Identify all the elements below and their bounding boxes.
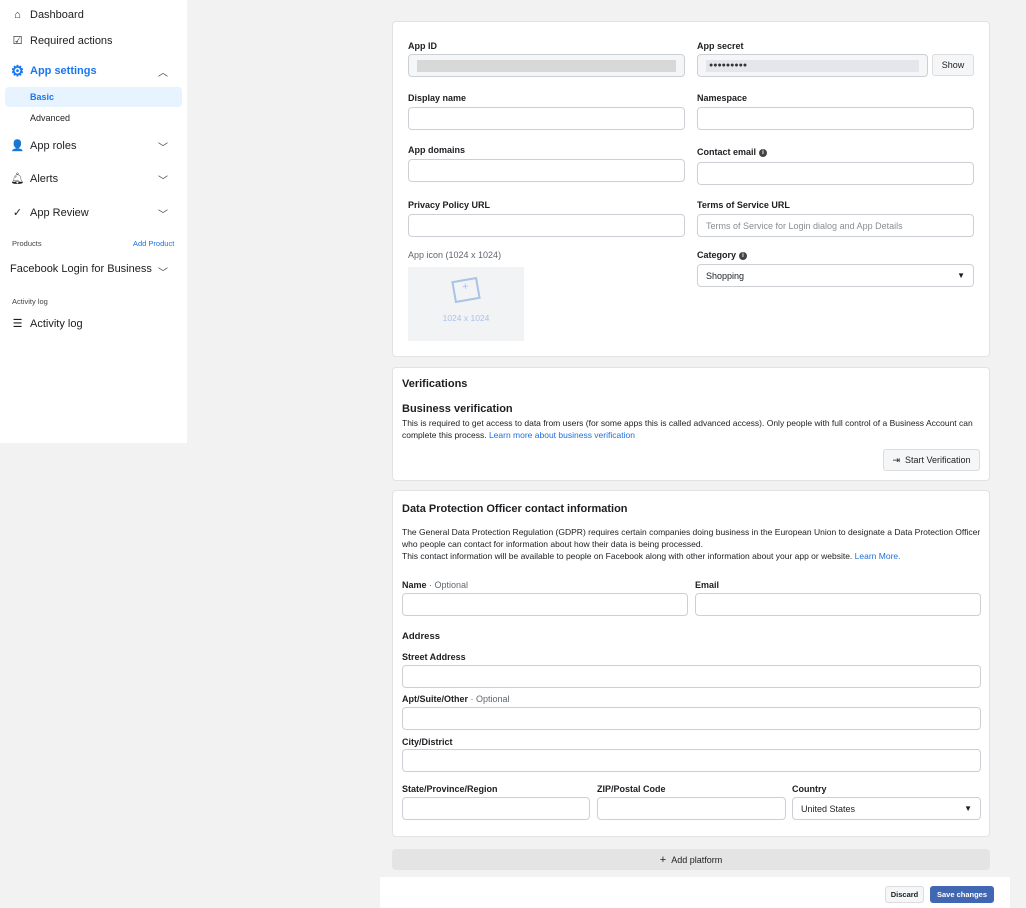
apt-input[interactable] xyxy=(402,707,981,730)
sidebar-item-required-actions[interactable]: ☑ Required actions xyxy=(10,33,113,48)
chevron-up-icon[interactable]: ︿ xyxy=(158,64,168,79)
app-domains-label: App domains xyxy=(408,145,466,155)
save-changes-button[interactable]: Save changes xyxy=(930,886,994,903)
business-verification-title: Business verification xyxy=(402,403,513,415)
start-verification-button[interactable]: ⇥ Start Verification xyxy=(883,449,980,471)
label: Alerts xyxy=(30,172,59,185)
home-icon: ⌂ xyxy=(14,8,21,21)
contact-email-label: Contact email i xyxy=(697,147,768,157)
info-icon[interactable]: i xyxy=(759,148,768,157)
discard-button[interactable]: Discard xyxy=(885,886,924,903)
shield-check-icon: ✓ xyxy=(12,207,23,219)
label: Dashboard xyxy=(30,8,84,21)
category-select[interactable]: Shopping ▼ xyxy=(697,264,974,287)
checklist-icon: ☑ xyxy=(12,35,23,47)
app-id-field[interactable] xyxy=(408,54,685,77)
person-badge-icon: 👤 xyxy=(10,140,25,152)
verification-text: This is required to get access to data f… xyxy=(402,418,973,440)
label: Facebook Login for Business xyxy=(10,263,152,275)
sidebar-item-dashboard[interactable]: ⌂ Dashboard xyxy=(10,7,84,22)
app-domains-input[interactable] xyxy=(408,159,685,182)
label: Activity log xyxy=(30,317,83,330)
chevron-down-icon[interactable]: ﹀ xyxy=(158,172,168,187)
email-label: Email xyxy=(695,580,720,590)
app-secret-label: App secret xyxy=(697,41,744,51)
app-secret-field[interactable]: ●●●●●●●●● xyxy=(697,54,928,77)
chevron-down-icon[interactable]: ﹀ xyxy=(158,139,168,154)
zip-input[interactable] xyxy=(597,797,786,820)
sidebar-item-app-settings[interactable]: ⚙ App settings xyxy=(10,62,97,80)
tos-url-label: Terms of Service URL xyxy=(697,200,790,210)
basic-settings-card: App ID App secret ●●●●●●●●● Show Display… xyxy=(392,21,990,357)
country-label: Country xyxy=(792,784,827,794)
external-icon: ⇥ xyxy=(892,454,900,465)
sidebar-item-advanced[interactable]: Advanced xyxy=(30,113,70,123)
apt-label: Apt/Suite/Other · Optional xyxy=(402,694,510,704)
add-platform-button[interactable]: + Add platform xyxy=(392,849,990,870)
label: Basic xyxy=(30,92,55,102)
sidebar-item-app-roles[interactable]: 👤 App roles xyxy=(10,138,77,153)
city-input[interactable] xyxy=(402,749,981,772)
privacy-url-input[interactable] xyxy=(408,214,685,237)
learn-more-link[interactable]: Learn More. xyxy=(855,551,901,561)
info-icon[interactable]: i xyxy=(739,251,748,260)
category-label: Category i xyxy=(697,250,748,260)
show-secret-button[interactable]: Show xyxy=(932,54,974,76)
gear-icon: ⚙ xyxy=(10,62,25,80)
dropdown-arrow-icon: ▼ xyxy=(957,271,965,280)
city-label: City/District xyxy=(402,737,453,747)
verifications-title: Verifications xyxy=(402,378,468,390)
display-name-label: Display name xyxy=(408,93,467,103)
learn-more-verification-link[interactable]: Learn more about business verification xyxy=(489,430,635,440)
namespace-label: Namespace xyxy=(697,93,748,103)
label: App roles xyxy=(30,139,77,152)
plus-icon: + xyxy=(659,853,667,866)
products-header: Products xyxy=(12,239,42,248)
zip-label: ZIP/Postal Code xyxy=(597,784,666,794)
label: Required actions xyxy=(30,34,113,47)
image-icon: + xyxy=(451,276,481,304)
privacy-url-label: Privacy Policy URL xyxy=(408,200,491,210)
country-select[interactable]: United States ▼ xyxy=(792,797,981,820)
dpo-text: The General Data Protection Regulation (… xyxy=(402,527,981,549)
app-icon-label: App icon (1024 x 1024) xyxy=(408,250,502,260)
bell-icon: 🔔︎ xyxy=(10,173,25,185)
namespace-input[interactable] xyxy=(697,107,974,130)
sidebar-item-basic[interactable]: Basic xyxy=(5,87,182,107)
name-input[interactable] xyxy=(402,593,688,616)
state-input[interactable] xyxy=(402,797,590,820)
add-product-link[interactable]: Add Product xyxy=(133,239,174,248)
label: App settings xyxy=(30,64,97,77)
street-label: Street Address xyxy=(402,652,466,662)
sidebar-item-alerts[interactable]: 🔔︎ Alerts xyxy=(10,171,59,186)
sidebar-item-facebook-login[interactable]: Facebook Login for Business xyxy=(10,263,152,275)
dpo-title: Data Protection Officer contact informat… xyxy=(402,503,628,515)
state-label: State/Province/Region xyxy=(402,784,498,794)
icon-size-text: 1024 x 1024 xyxy=(442,313,490,323)
tos-url-input[interactable]: Terms of Service for Login dialog and Ap… xyxy=(697,214,974,237)
app-icon-upload[interactable]: + 1024 x 1024 xyxy=(408,267,524,341)
street-input[interactable] xyxy=(402,665,981,688)
sidebar: ⌂ Dashboard ☑ Required actions ⚙ App settin… xyxy=(0,0,187,443)
dpo-card: Data Protection Officer contact informat… xyxy=(392,490,990,837)
verifications-card: Verifications Business verification This… xyxy=(392,367,990,481)
sidebar-item-app-review[interactable]: ✓ App Review xyxy=(10,205,89,220)
label: App Review xyxy=(30,206,89,219)
footer-bar: Discard Save changes xyxy=(380,877,1010,908)
activity-log-header: Activity log xyxy=(12,297,48,306)
address-title: Address xyxy=(402,631,441,642)
list-icon: ☰ xyxy=(12,318,23,330)
contact-email-input[interactable] xyxy=(697,162,974,185)
email-input[interactable] xyxy=(695,593,981,616)
name-label: Name · Optional xyxy=(402,580,469,590)
app-id-label: App ID xyxy=(408,41,437,51)
dpo-text-2: This contact information will be availab… xyxy=(402,551,901,561)
sidebar-item-activity-log[interactable]: ☰ Activity log xyxy=(10,316,83,331)
chevron-down-icon[interactable]: ﹀ xyxy=(158,206,168,221)
display-name-input[interactable] xyxy=(408,107,685,130)
dropdown-arrow-icon: ▼ xyxy=(964,804,972,813)
chevron-down-icon[interactable]: ﹀ xyxy=(158,264,168,279)
